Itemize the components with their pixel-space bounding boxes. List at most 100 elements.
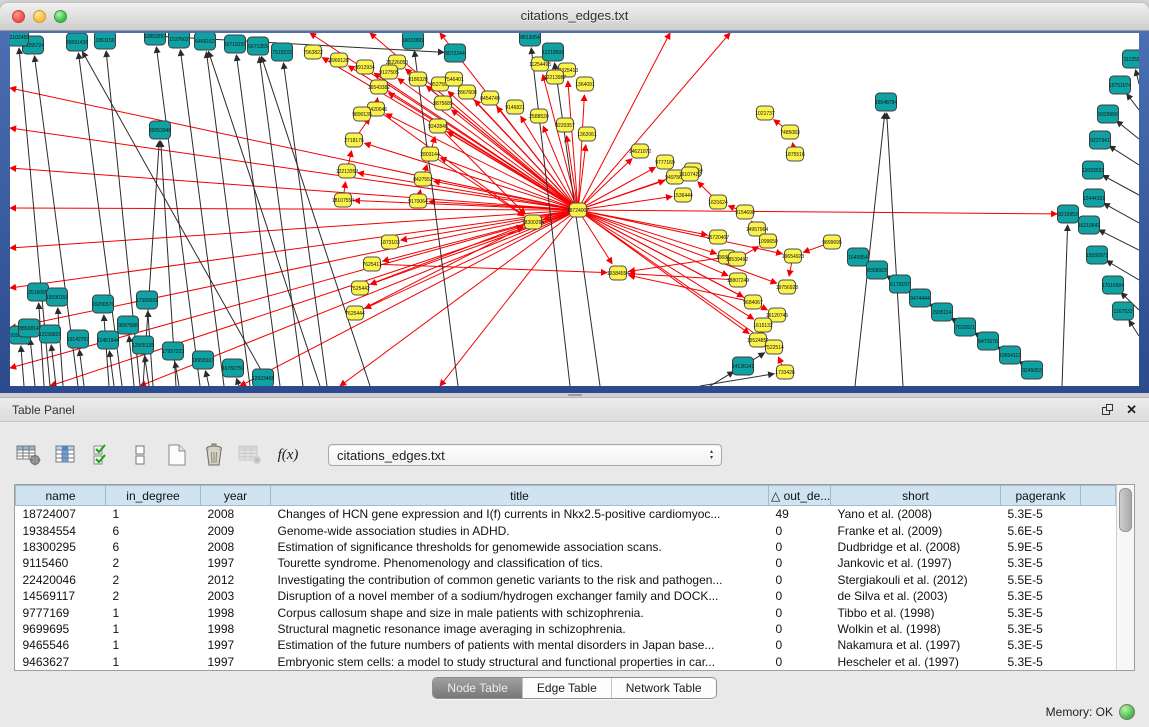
graph-node[interactable]: 2935114 — [932, 303, 953, 321]
graph-node[interactable]: 8912934 — [355, 60, 375, 74]
graph-node[interactable]: 7963822 — [303, 45, 323, 59]
graph-node[interactable]: 9227341 — [1090, 131, 1111, 149]
graph-node[interactable]: 19142757 — [67, 330, 89, 348]
column-header[interactable]: name — [16, 486, 106, 506]
graph-node[interactable]: 1640954 — [848, 248, 869, 266]
graph-node[interactable]: 9242848 — [428, 119, 448, 133]
graph-node[interactable]: 16107427 — [679, 167, 701, 181]
graph-node[interactable]: 10853297 — [144, 33, 166, 45]
delete-table-button[interactable] — [238, 442, 264, 468]
graph-node[interactable]: 7515533 — [272, 43, 293, 61]
graph-node[interactable]: 15720407 — [707, 230, 729, 244]
graph-node[interactable]: 14136141 — [732, 357, 754, 375]
graph-node[interactable]: 9875685 — [433, 96, 453, 110]
graph-node[interactable]: 17016504 — [1102, 276, 1124, 294]
graph-node[interactable]: 1615132 — [753, 318, 773, 332]
graph-node[interactable]: 1536444 — [673, 188, 693, 202]
graph-node[interactable]: 1021737 — [755, 106, 775, 120]
graph-node[interactable]: 22102450 — [10, 33, 29, 46]
window-titlebar[interactable]: citations_edges.txt — [0, 3, 1149, 31]
graph-node[interactable]: 9329966 — [1098, 105, 1119, 123]
graph-node[interactable]: 10654112 — [999, 346, 1021, 364]
table-row[interactable]: 969969511998Structural magnetic resonanc… — [16, 621, 1116, 637]
graph-node[interactable]: 9899695 — [822, 235, 842, 249]
graph-node[interactable]: 2588520 — [529, 109, 549, 123]
scrollbar-thumb[interactable] — [1119, 488, 1132, 532]
graph-node[interactable]: 12444151 — [1083, 189, 1105, 207]
graph-node[interactable]: 8813054 — [520, 33, 541, 46]
graph-node[interactable]: 8186328 — [408, 72, 428, 86]
graph-node[interactable]: 1099650 — [758, 234, 778, 248]
graph-node[interactable]: 8220357 — [555, 118, 575, 132]
graph-node[interactable]: 20053346 — [149, 121, 171, 139]
graph-node[interactable]: 11451944 — [97, 331, 119, 349]
column-header[interactable]: in_degree — [106, 486, 201, 506]
table-row[interactable]: 977716911998Corpus callosum shape and si… — [16, 604, 1116, 620]
graph-node[interactable]: 15592971 — [1086, 246, 1108, 264]
graph-node[interactable]: 8454749 — [480, 91, 500, 105]
graph-node[interactable]: 18539492 — [726, 252, 748, 266]
graph-node[interactable]: 9170064 — [408, 194, 428, 208]
create-column-button[interactable] — [164, 442, 190, 468]
function-builder-button[interactable]: f(x) — [275, 442, 301, 468]
graph-node[interactable]: 8850814 — [19, 319, 40, 337]
tab-node-table[interactable]: Node Table — [433, 678, 522, 698]
table-selector-dropdown[interactable]: citations_edges.txt ▴▾ — [328, 444, 722, 466]
graph-node[interactable]: 15590155 — [46, 288, 68, 306]
graph-node[interactable]: 9154690 — [735, 205, 755, 219]
show-columns-button[interactable] — [53, 442, 79, 468]
close-window-button[interactable] — [12, 10, 25, 23]
close-panel-icon[interactable]: ✕ — [1126, 402, 1137, 418]
toggle-rows-button[interactable] — [127, 442, 153, 468]
table-row[interactable]: 911546021997Tourette syndrome. Phenomeno… — [16, 555, 1116, 571]
table-row[interactable]: 1456911722003Disruption of a novel membe… — [16, 588, 1116, 604]
graph-node[interactable]: 6179197 — [890, 275, 911, 293]
graph-node[interactable]: 9146821 — [505, 100, 525, 114]
graph-node[interactable]: 9097588 — [118, 316, 139, 334]
graph-node[interactable]: 18724007 — [567, 203, 589, 217]
graph-node[interactable]: 2867608 — [457, 85, 477, 99]
graph-node[interactable]: 1873103 — [380, 235, 400, 249]
graph-node[interactable]: 1527602 — [169, 33, 190, 48]
graph-node[interactable]: 16543382 — [368, 80, 390, 94]
float-panel-icon[interactable] — [1101, 403, 1114, 416]
graph-node[interactable]: 16782759 — [222, 359, 244, 377]
graph-node[interactable]: 1362061 — [577, 127, 597, 141]
graph-node[interactable]: 20691436 — [66, 33, 88, 51]
graph-node[interactable]: 17359928 — [136, 291, 158, 309]
column-header[interactable]: short — [831, 486, 1001, 506]
graph-node[interactable]: 7525442 — [350, 281, 370, 295]
graph-node[interactable]: 1861150 — [95, 33, 116, 49]
graph-node[interactable]: 7625411 — [362, 257, 381, 271]
graph-node[interactable]: 12156829 — [39, 325, 61, 343]
graph-node[interactable]: 9684067 — [743, 295, 763, 309]
graph-node[interactable]: 8358923 — [867, 261, 888, 279]
column-header[interactable]: year — [201, 486, 271, 506]
graph-node[interactable]: 7625444 — [345, 306, 365, 320]
tab-edge-table[interactable]: Edge Table — [522, 678, 611, 698]
table-row[interactable]: 1872400712008Changes of HCN gene express… — [16, 506, 1116, 523]
table-row[interactable]: 2242004622012Investigating the contribut… — [16, 572, 1116, 588]
graph-node[interactable]: 1112504 — [1123, 50, 1140, 68]
graph-node[interactable]: 17957223 — [162, 342, 184, 360]
graph-node[interactable]: 7485083 — [780, 125, 800, 139]
graph-node[interactable]: 12213987 — [544, 70, 566, 84]
graph-node[interactable]: 7546401 — [444, 72, 464, 86]
minimize-window-button[interactable] — [33, 10, 46, 23]
graph-node[interactable]: 20206576 — [92, 295, 114, 313]
graph-node[interactable]: 1167533 — [1113, 302, 1134, 320]
graph-node[interactable]: 6466162 — [195, 33, 216, 50]
graph-node[interactable]: 8427552 — [413, 172, 433, 186]
tab-network-table[interactable]: Network Table — [611, 678, 716, 698]
table-scrollbar[interactable] — [1116, 485, 1134, 670]
graph-node[interactable]: 1631624 — [708, 195, 728, 209]
graph-node[interactable]: 12218506 — [542, 43, 564, 61]
graph-node[interactable]: 15751074 — [1109, 76, 1131, 94]
graph-node[interactable]: 16648784 — [875, 93, 897, 111]
graph-node[interactable]: 1733426 — [775, 365, 795, 379]
table-mode-button[interactable] — [16, 442, 42, 468]
graph-node[interactable]: 12213359 — [336, 164, 358, 178]
column-header[interactable]: pagerank — [1001, 486, 1081, 506]
graph-node[interactable]: 9474444 — [910, 289, 931, 307]
graph-node[interactable]: 8572244 — [445, 44, 466, 62]
